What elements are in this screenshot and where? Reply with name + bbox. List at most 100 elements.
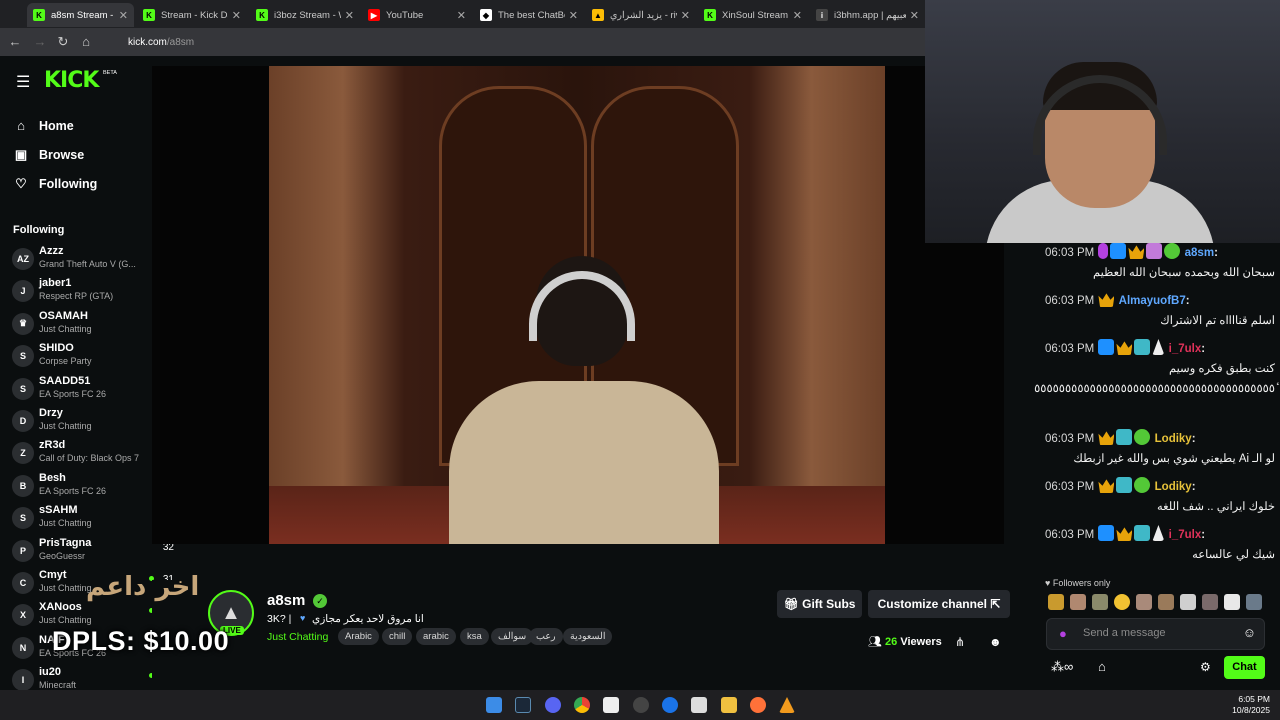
following-item[interactable]: AZ Azzz Grand Theft Auto V (G... — [12, 244, 162, 276]
tag[interactable]: arabic — [416, 628, 456, 645]
close-tab-icon[interactable]: ✕ — [457, 9, 466, 22]
tag[interactable]: السعودية — [563, 628, 613, 645]
emote[interactable] — [1246, 594, 1262, 610]
stream-category[interactable]: Just Chatting — [267, 631, 328, 643]
tag[interactable]: رعب — [529, 628, 563, 645]
avatar: S — [12, 377, 34, 400]
tab-chatbot[interactable]: ◆ The best ChatBot ✕ — [474, 3, 584, 27]
following-item[interactable]: P PrisTagna GeoGuessr 32 — [12, 536, 174, 568]
nav-browse[interactable]: ▣ Browse — [14, 147, 84, 163]
mic-icon[interactable]: ● — [1059, 626, 1067, 641]
message-username[interactable]: i_7ulx — [1169, 343, 1202, 355]
chat-message[interactable]: 06:03 PM Lodiky: لو الـ Ai يطيعني شوي بس … — [1045, 429, 1275, 469]
follow-user-icon[interactable]: ☻ — [989, 635, 1002, 649]
chat-message[interactable]: 06:03 PM Lodiky: خلوك ايراني .. شف اللغه — [1045, 477, 1275, 517]
menu-icon[interactable]: ☰ — [16, 72, 30, 92]
settings-gear-icon[interactable]: ⚙ — [1200, 660, 1211, 674]
chatgpt-icon[interactable] — [633, 697, 649, 713]
reload-icon[interactable]: ↻ — [55, 34, 71, 50]
steam-icon[interactable] — [515, 697, 531, 713]
folder-icon[interactable] — [721, 697, 737, 713]
message-username[interactable]: Lodiky — [1155, 481, 1192, 493]
chrome-icon[interactable] — [574, 697, 590, 713]
tab-i3bhm[interactable]: i i3bhm.app | لعبيهم ✕ — [810, 3, 925, 27]
avatar: Z — [12, 442, 34, 465]
message-time: 06:03 PM — [1045, 529, 1095, 541]
system-clock[interactable]: 6:05 PM 10/8/2025 — [1232, 694, 1270, 716]
close-tab-icon[interactable]: ✕ — [345, 9, 354, 22]
message-username[interactable]: a8sm — [1185, 247, 1214, 259]
browser-icon[interactable] — [662, 697, 678, 713]
tag[interactable]: Arabic — [338, 628, 379, 645]
close-tab-icon[interactable]: ✕ — [793, 9, 802, 22]
following-item[interactable]: ZzR3d Call of Duty: Black Ops 7 — [12, 438, 162, 470]
discord-icon[interactable] — [545, 697, 561, 713]
store-icon[interactable]: ⌂ — [1098, 659, 1106, 674]
close-tab-icon[interactable]: ✕ — [569, 9, 578, 22]
app-icon[interactable] — [603, 697, 619, 713]
message-username[interactable]: i_7ulx — [1169, 529, 1202, 541]
emote[interactable] — [1048, 594, 1064, 610]
emoji-icon[interactable]: ☺ — [1243, 625, 1256, 640]
emote[interactable] — [1180, 594, 1196, 610]
message-username[interactable]: AlmayuofB7 — [1119, 295, 1186, 307]
chat-message[interactable]: 06:03 PM AlmayuofB7: اسلم قنااااه تم الاش… — [1045, 291, 1275, 331]
gift-subs-button[interactable]: 🎁︎ Gift Subs — [777, 590, 862, 618]
stream-video[interactable] — [269, 66, 885, 544]
customize-channel-button[interactable]: Customize channel ⇱ — [868, 590, 1010, 618]
emote[interactable] — [1114, 594, 1130, 610]
emote[interactable] — [1092, 594, 1108, 610]
vlc-icon[interactable] — [779, 697, 795, 713]
kick-logo[interactable]: KICK — [44, 68, 99, 93]
home-icon[interactable]: ⌂ — [78, 34, 94, 50]
points-icon[interactable]: ⁂∞ — [1051, 659, 1073, 675]
emote[interactable] — [1202, 594, 1218, 610]
share-icon[interactable]: ⋔ — [955, 635, 965, 649]
nav-following[interactable]: ♡ Following — [14, 176, 97, 192]
tab-i3boz[interactable]: K i3boz Stream - W ✕ — [250, 3, 360, 27]
emote[interactable] — [1224, 594, 1240, 610]
back-icon[interactable]: ← — [7, 34, 23, 50]
emote[interactable] — [1070, 594, 1086, 610]
tag[interactable]: سوالف — [491, 628, 534, 645]
forward-icon[interactable]: → — [32, 34, 48, 50]
emote[interactable] — [1158, 594, 1174, 610]
windows-start-icon[interactable] — [486, 697, 502, 713]
home-icon: ⌂ — [17, 118, 25, 133]
close-tab-icon[interactable]: ✕ — [232, 9, 241, 22]
following-item[interactable]: S SAADD51 EA Sports FC 26 — [12, 374, 162, 406]
following-item[interactable]: D Drzy Just Chatting — [12, 406, 162, 438]
chat-message[interactable]: 06:03 PM i_7ulx: شيك لي عالساعه — [1045, 525, 1275, 565]
tag[interactable]: chill — [382, 628, 413, 645]
tab-xinsoul[interactable]: K XinSoul Stream - ✕ — [698, 3, 808, 27]
following-item[interactable]: Jjaber1 Respect RP (GTA) — [12, 276, 162, 308]
chat-message[interactable]: 06:03 PM a8sm: سبحان الله وبحمده سبحان ال… — [1045, 243, 1275, 283]
url-field[interactable]: kick.com/a8sm — [110, 33, 910, 52]
tab-a8sm[interactable]: K a8sm Stream - W ✕ — [27, 3, 134, 27]
following-item[interactable]: B Besh EA Sports FC 26 — [12, 471, 162, 503]
crown-badge-icon — [1098, 479, 1115, 493]
tab-youtube[interactable]: ▶ YouTube ✕ — [362, 3, 472, 27]
following-item[interactable]: ♛ OSAMAH Just Chatting — [12, 309, 162, 341]
media-icon[interactable] — [691, 697, 707, 713]
chat-message[interactable]: 06:03 PM i_7ulx: كنت بطبق فكره وسيم ٔ٥٥٥٥… — [1034, 339, 1275, 399]
channel-name[interactable]: a8sm — [267, 592, 305, 609]
tag[interactable]: ksa — [460, 628, 489, 645]
channel-name: OSAMAH — [39, 309, 88, 322]
close-tab-icon[interactable]: ✕ — [681, 9, 690, 22]
following-item[interactable]: S SHIDO Corpse Party — [12, 341, 162, 373]
tab-kick-dashboard[interactable]: K Stream - Kick Da ✕ — [137, 3, 247, 27]
firefox-icon[interactable] — [750, 697, 766, 713]
emote[interactable] — [1136, 594, 1152, 610]
chat-input[interactable]: ● Send a message ☺ — [1046, 618, 1265, 650]
close-tab-icon[interactable]: ✕ — [119, 9, 128, 22]
chat-send-button[interactable]: Chat — [1224, 656, 1265, 679]
close-tab-icon[interactable]: ✕ — [910, 9, 919, 22]
video-player[interactable] — [152, 66, 1004, 544]
following-item[interactable]: SsSAHM Just Chatting — [12, 503, 162, 535]
tab-drive[interactable]: ▲ يزيد الشراري - rive ✕ — [586, 3, 696, 27]
channel-category: Grand Theft Auto V (G... — [39, 259, 136, 269]
message-username[interactable]: Lodiky — [1155, 433, 1192, 445]
nav-home[interactable]: ⌂ Home — [14, 118, 74, 133]
message-time: 06:03 PM — [1045, 247, 1095, 259]
